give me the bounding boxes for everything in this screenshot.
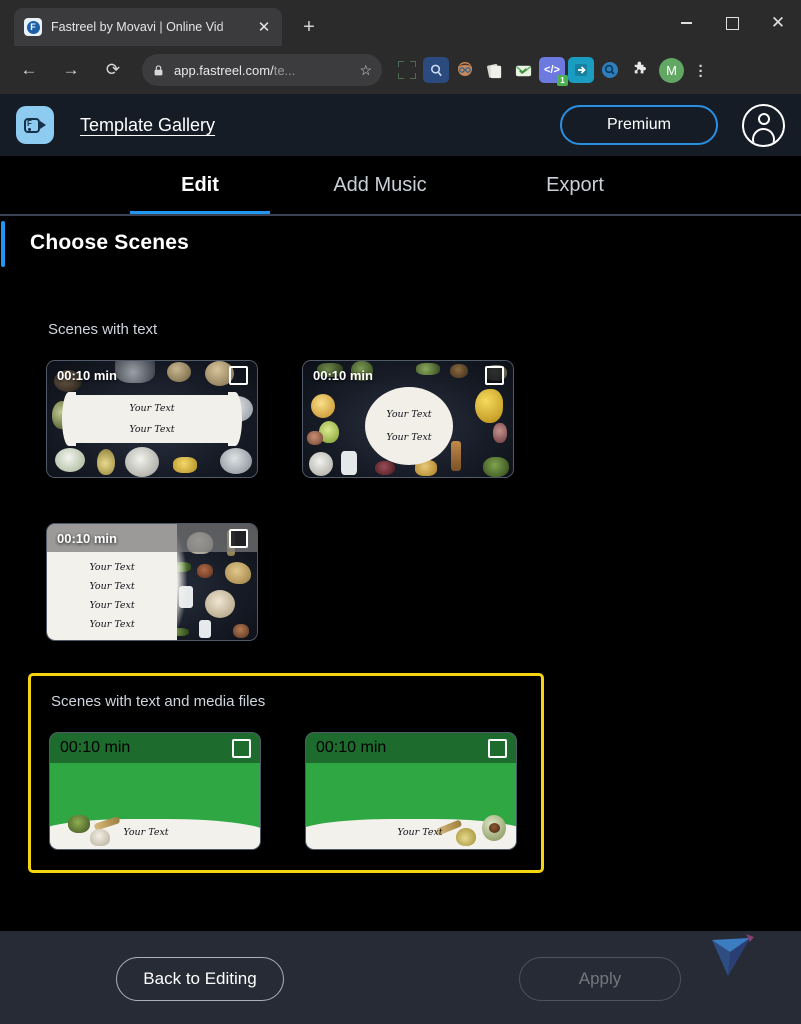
puzzle-extensions-icon[interactable]: [626, 57, 652, 83]
scene-card[interactable]: Your Text Your Text 00:10 min: [46, 360, 258, 478]
profile-avatar[interactable]: M: [659, 57, 684, 83]
url-truncated: te...: [273, 62, 296, 78]
scene-card[interactable]: Your Text 00:10 min: [49, 732, 261, 850]
movavi-triangle-logo-icon: [712, 934, 754, 976]
account-avatar-icon[interactable]: [742, 103, 785, 147]
scene-text-line: Your Text: [386, 409, 432, 420]
page-title: Choose Scenes: [30, 231, 189, 254]
tab-close-icon[interactable]: ✕: [254, 17, 274, 37]
tab-add-music[interactable]: Add Music: [300, 156, 460, 214]
browser-window: F Fastreel by Movavi | Online Vid ✕ + ✕ …: [0, 0, 801, 1024]
tab-edit[interactable]: Edit: [130, 156, 270, 214]
scene-card[interactable]: Your Text Your Text 00:10 min: [302, 360, 514, 478]
scene-text-line: Your Text: [397, 827, 443, 838]
reload-button[interactable]: ⟳: [97, 54, 129, 86]
minimize-button[interactable]: [663, 0, 709, 46]
back-button[interactable]: ←: [13, 54, 45, 86]
fastreel-logo-icon[interactable]: F: [16, 106, 54, 144]
scene-select-checkbox[interactable]: [488, 738, 507, 758]
scene-text-line: Your Text: [89, 600, 135, 611]
scene-duration: 00:10 min: [57, 530, 117, 546]
scene-select-checkbox[interactable]: [229, 365, 248, 385]
favicon-letter: F: [26, 20, 40, 34]
close-window-button[interactable]: ✕: [755, 0, 801, 46]
search-magnifier-extension-icon[interactable]: [423, 57, 449, 83]
bookmark-star-icon[interactable]: ☆: [359, 62, 372, 79]
scene-chooser-panel: Choose Scenes Scenes with text Your Text…: [0, 216, 801, 1024]
scene-duration: 00:10 min: [60, 739, 131, 756]
scene-group-with-media-highlighted: Scenes with text and media files Your Te…: [28, 673, 544, 873]
scene-text-line: Your Text: [123, 827, 169, 838]
scene-text-line: Your Text: [386, 432, 432, 443]
scene-text-line: Your Text: [129, 403, 175, 414]
export-arrow-extension-icon[interactable]: [568, 57, 594, 83]
back-to-editing-button[interactable]: Back to Editing: [116, 956, 284, 1001]
app-footer: Back to Editing Apply: [0, 931, 801, 1024]
browser-menu-icon[interactable]: · · ·: [690, 59, 712, 84]
papers-extension-icon[interactable]: [481, 57, 507, 83]
scene-card[interactable]: Your Text Your Text Your Text Your Text …: [46, 523, 258, 641]
search-circle-extension-icon[interactable]: [597, 57, 623, 83]
address-bar[interactable]: app.fastreel.com/te... ☆: [142, 54, 382, 86]
group-label: Scenes with text: [48, 321, 158, 338]
scene-group-with-text: Scenes with text Your Text Your Text 00:…: [0, 321, 801, 641]
lock-icon: [154, 64, 163, 75]
tab-favicon-icon: F: [24, 18, 42, 36]
forward-button[interactable]: →: [55, 54, 87, 86]
tab-title: Fastreel by Movavi | Online Vid: [51, 20, 224, 34]
window-controls: ✕: [663, 0, 801, 46]
app-header: F Template Gallery Premium: [0, 94, 801, 156]
tab-export[interactable]: Export: [505, 156, 645, 214]
template-gallery-link[interactable]: Template Gallery: [80, 115, 215, 136]
extension-badge-count: 1: [557, 75, 568, 86]
extensions-area: </> 1 M · · ·: [394, 57, 712, 86]
avatar-face-extension-icon[interactable]: [452, 57, 478, 83]
fastreel-app: F Template Gallery Premium Edit Add Musi…: [0, 94, 801, 1024]
code-extension-icon[interactable]: </> 1: [539, 57, 568, 86]
scene-text-line: Your Text: [89, 619, 135, 630]
vertical-scrollbar-thumb[interactable]: [1, 221, 5, 267]
new-tab-button[interactable]: +: [294, 12, 324, 42]
scene-select-checkbox[interactable]: [229, 528, 248, 548]
scene-duration: 00:10 min: [316, 739, 387, 756]
scene-duration: 00:10 min: [313, 367, 373, 383]
scene-text-line: Your Text: [129, 424, 175, 435]
scene-duration: 00:10 min: [57, 367, 117, 383]
browser-tab[interactable]: F Fastreel by Movavi | Online Vid ✕: [14, 8, 282, 46]
scene-select-checkbox[interactable]: [232, 738, 251, 758]
url-main: app.fastreel.com/: [174, 62, 274, 78]
app-tab-bar: Edit Add Music Export: [0, 156, 801, 214]
scene-select-checkbox[interactable]: [485, 365, 504, 385]
group-label: Scenes with text and media files: [51, 693, 266, 710]
scene-text-line: Your Text: [89, 562, 135, 573]
browser-title-bar: F Fastreel by Movavi | Online Vid ✕ + ✕: [0, 0, 801, 46]
scene-text-lines: Your Text Your Text Your Text Your Text: [47, 554, 177, 630]
apply-button: Apply: [519, 956, 681, 1001]
maximize-button[interactable]: [709, 0, 755, 46]
premium-button[interactable]: Premium: [560, 105, 718, 145]
scene-text-line: Your Text: [89, 581, 135, 592]
screen-capture-icon[interactable]: [394, 57, 420, 83]
mail-check-extension-icon[interactable]: [510, 57, 536, 83]
browser-toolbar: ← → ⟳ app.fastreel.com/te... ☆ </> 1 M ·…: [0, 46, 801, 94]
url-text: app.fastreel.com/te...: [174, 63, 353, 78]
scene-card[interactable]: Your Text 00:10 min: [305, 732, 517, 850]
